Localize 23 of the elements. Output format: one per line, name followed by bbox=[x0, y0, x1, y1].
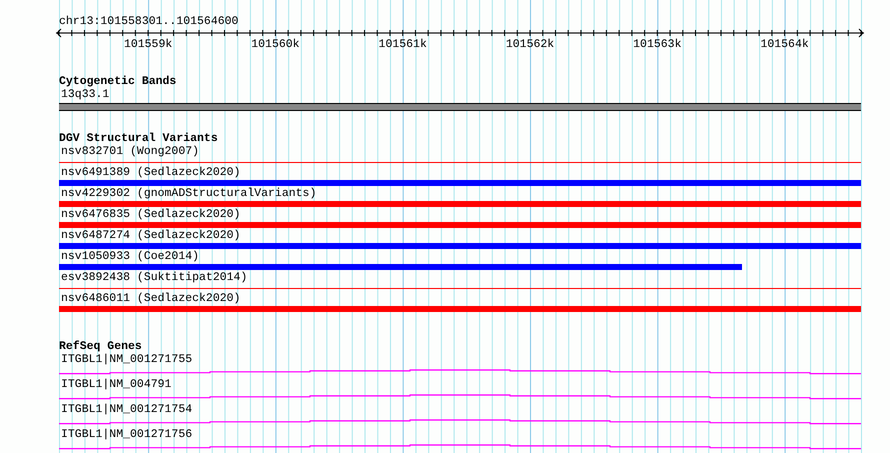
band-label: 13q33.1 bbox=[61, 88, 110, 101]
gene-label: ITGBL1|NM_004791 bbox=[61, 378, 172, 391]
variant-label: nsv6476835 (Sedlazeck2020) bbox=[61, 208, 240, 221]
variant-label: esv3892438 (Suktitipat2014) bbox=[61, 271, 248, 284]
tick-label: 101560k bbox=[251, 38, 300, 51]
tick-label: 101564k bbox=[760, 38, 809, 51]
tick-label: 101562k bbox=[506, 38, 554, 51]
gene-label: ITGBL1|NM_001271755 bbox=[61, 353, 192, 366]
variant-label: nsv6491389 (Sedlazeck2020) bbox=[61, 166, 240, 179]
variant-label: nsv6486011 (Sedlazeck2020) bbox=[61, 292, 240, 305]
genomic-range: chr13:101558301..101564600 bbox=[59, 15, 238, 28]
track-title: DGV Structural Variants bbox=[59, 133, 218, 145]
gene-label: ITGBL1|NM_001271756 bbox=[61, 428, 192, 441]
tick-label: 101559k bbox=[124, 38, 172, 51]
variant-label: nsv832701 (Wong2007) bbox=[61, 145, 200, 158]
tick-label: 101563k bbox=[633, 38, 682, 51]
tick-label: 101561k bbox=[378, 38, 427, 51]
track-title: RefSeq Genes bbox=[59, 341, 142, 353]
track-title: Cytogenetic Bands bbox=[59, 76, 176, 88]
variant-label: nsv6487274 (Sedlazeck2020) bbox=[61, 229, 240, 242]
gene-label: ITGBL1|NM_001271754 bbox=[61, 403, 192, 416]
variant-label: nsv1050933 (Coe2014) bbox=[61, 250, 200, 263]
variant-label: nsv4229302 (gnomADStructuralVariants) bbox=[61, 187, 316, 200]
